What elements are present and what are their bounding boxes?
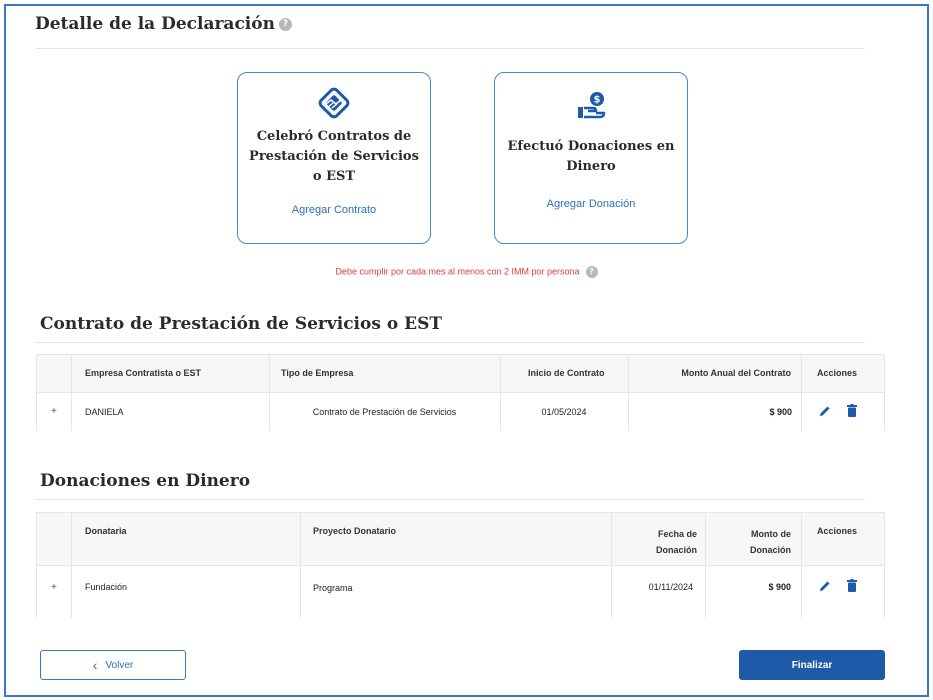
row-actions <box>819 579 857 592</box>
delete-icon[interactable] <box>847 579 857 592</box>
expand-row-button[interactable]: + <box>51 582 57 593</box>
cell-donataria: Fundación <box>85 582 128 592</box>
divider <box>35 499 865 500</box>
contratos-card-title: Celebró Contratos de Prestación de Servi… <box>249 129 419 184</box>
cell-inicio: 01/05/2024 <box>541 407 587 417</box>
page-title: Detalle de la Declaración? <box>35 14 292 34</box>
finalizar-label: Finalizar <box>791 659 833 671</box>
svg-text:$: $ <box>594 95 601 106</box>
col-monto: Monto Anual del Contrato <box>681 368 791 378</box>
row-actions <box>819 404 857 417</box>
col-acciones: Acciones <box>817 368 858 378</box>
table-header: Donataria Proyecto Donatario Fecha de Don… <box>37 513 884 565</box>
donaciones-table: Donataria Proyecto Donatario Fecha de Don… <box>36 512 885 618</box>
col-proyecto: Proyecto Donatario <box>313 526 397 536</box>
help-icon[interactable]: ? <box>278 18 292 31</box>
finalizar-button[interactable]: Finalizar <box>739 650 885 680</box>
table-row: + DANIELA Contrato de Prestación de Serv… <box>37 392 884 431</box>
contratos-card: Celebró Contratos de Prestación de Servi… <box>237 72 431 244</box>
col-inicio: Inicio de Contrato <box>528 368 605 378</box>
divider <box>35 48 865 49</box>
help-icon[interactable]: ? <box>585 266 598 278</box>
delete-icon[interactable] <box>847 404 857 417</box>
col-donataria: Donataria <box>85 526 127 536</box>
cell-tipo: Contrato de Prestación de Servicios <box>312 407 457 417</box>
cell-empresa: DANIELA <box>85 407 124 417</box>
handshake-diamond-icon <box>238 87 430 119</box>
contratos-section-title: Contrato de Prestación de Servicios o ES… <box>40 314 442 334</box>
cell-proyecto: Programa <box>313 583 353 593</box>
divider <box>35 342 865 343</box>
volver-label: Volver <box>105 659 134 671</box>
col-monto: Monto de Donación <box>749 529 791 555</box>
cell-monto: $ 900 <box>769 407 792 417</box>
col-empresa: Empresa Contratista o EST <box>85 368 202 378</box>
cell-fecha: 01/11/2024 <box>648 582 693 592</box>
agregar-contrato-link[interactable]: Agregar Contrato <box>238 204 430 216</box>
table-row: + Fundación Programa 01/11/2024 $ 900 <box>37 565 884 618</box>
col-tipo: Tipo de Empresa <box>281 368 354 378</box>
donaciones-section-title: Donaciones en Dinero <box>40 471 251 491</box>
cell-monto: $ 900 <box>768 582 791 592</box>
table-header: Empresa Contratista o EST Tipo de Empres… <box>37 355 884 392</box>
col-acciones: Acciones <box>817 526 858 536</box>
hand-coin-icon: $ <box>495 91 687 121</box>
warning-message: Debe cumplir por cada mes al menos con 2… <box>0 266 933 278</box>
expand-row-button[interactable]: + <box>51 406 57 417</box>
contratos-table: Empresa Contratista o EST Tipo de Empres… <box>36 354 885 431</box>
col-fecha: Fecha de Donación <box>655 529 697 555</box>
agregar-donacion-link[interactable]: Agregar Donación <box>495 198 687 210</box>
donaciones-card: $ Efectuó Donaciones en Dinero Agregar D… <box>494 72 688 244</box>
edit-icon[interactable] <box>819 580 831 592</box>
chevron-left-icon: ‹ <box>92 657 98 673</box>
donaciones-card-title: Efectuó Donaciones en Dinero <box>507 139 675 174</box>
edit-icon[interactable] <box>819 405 831 417</box>
volver-button[interactable]: ‹ Volver <box>40 650 186 680</box>
